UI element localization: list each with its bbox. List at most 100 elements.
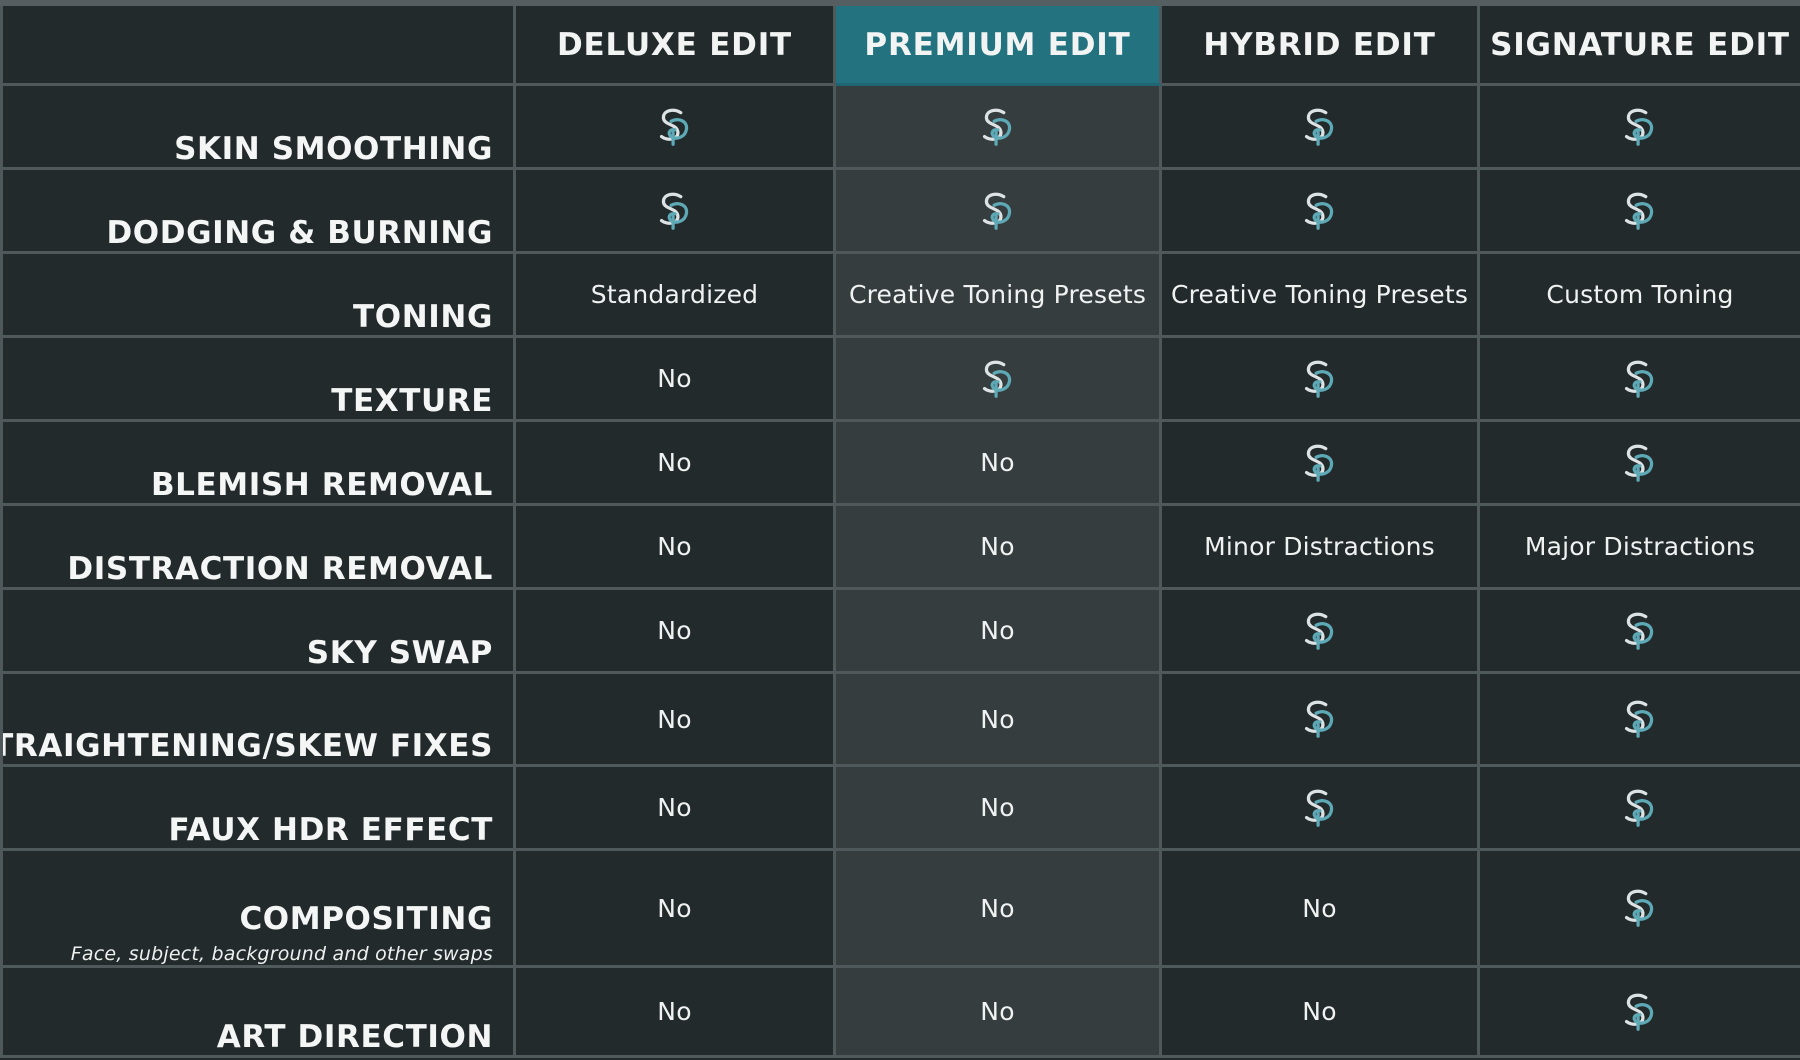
table-cell xyxy=(1480,86,1800,170)
table-cell xyxy=(1162,767,1480,851)
row-label: BLEMISH REMOVAL xyxy=(150,467,493,503)
cell-value: No xyxy=(980,893,1015,923)
table-cell xyxy=(1480,590,1800,674)
brand-logo-icon xyxy=(1297,104,1343,150)
table-cell: Major Distractions xyxy=(1480,506,1800,590)
table-cell: No xyxy=(1162,968,1480,1058)
table-cell: No xyxy=(516,338,836,422)
cell-value: Creative Toning Presets xyxy=(848,280,1147,309)
table-cell: Standardized xyxy=(516,254,836,338)
brand-logo-icon xyxy=(1297,440,1343,486)
brand-logo-icon xyxy=(1297,188,1343,234)
cell-value: No xyxy=(980,793,1015,822)
cell-value: No xyxy=(1302,893,1337,923)
row-label: DODGING & BURNING xyxy=(106,215,493,251)
cell-value: No xyxy=(980,532,1015,561)
brand-logo-icon xyxy=(1617,104,1663,150)
row-label: SKIN SMOOTHING xyxy=(174,131,493,167)
column-header-premium-edit: PREMIUM EDIT xyxy=(836,6,1162,86)
table-cell xyxy=(1480,338,1800,422)
column-header-hybrid-edit: HYBRID EDIT xyxy=(1162,6,1480,86)
cell-value: No xyxy=(657,616,692,645)
table-cell: Creative Toning Presets xyxy=(1162,254,1480,338)
table-cell xyxy=(1480,968,1800,1058)
table-cell: No xyxy=(836,506,1162,590)
table-cell: No xyxy=(516,674,836,767)
row-label-cell: ART DIRECTION xyxy=(0,968,516,1058)
table-cell: No xyxy=(516,851,836,968)
cell-value: No xyxy=(980,448,1015,477)
table-cell: Minor Distractions xyxy=(1162,506,1480,590)
table-cell xyxy=(1162,338,1480,422)
cell-value: No xyxy=(980,616,1015,645)
cell-value: No xyxy=(980,704,1015,734)
brand-logo-icon xyxy=(652,188,698,234)
row-label-cell: BLEMISH REMOVAL xyxy=(0,422,516,506)
table-cell: Custom Toning xyxy=(1480,254,1800,338)
table-cell xyxy=(1480,674,1800,767)
cell-value: No xyxy=(657,364,692,393)
brand-logo-icon xyxy=(1297,785,1343,831)
row-label-cell: SKIN SMOOTHING xyxy=(0,86,516,170)
brand-logo-icon xyxy=(652,104,698,150)
table-cell xyxy=(1162,674,1480,767)
row-label-cell: DISTRACTION REMOVAL xyxy=(0,506,516,590)
column-header-signature-edit: SIGNATURE EDIT xyxy=(1480,6,1800,86)
table-cell: No xyxy=(516,506,836,590)
table-cell: No xyxy=(836,851,1162,968)
table-cell xyxy=(1480,851,1800,968)
cell-value: No xyxy=(980,997,1015,1026)
header-corner xyxy=(0,6,516,86)
table-cell: No xyxy=(836,590,1162,674)
brand-logo-icon xyxy=(1297,356,1343,402)
row-label-cell: TEXTURE xyxy=(0,338,516,422)
table-cell: No xyxy=(516,767,836,851)
table-cell xyxy=(1162,422,1480,506)
row-label: DISTRACTION REMOVAL xyxy=(67,551,493,587)
row-label: FAUX HDR EFFECT xyxy=(168,812,493,848)
brand-logo-icon xyxy=(1617,608,1663,654)
cell-value: No xyxy=(1302,997,1337,1026)
brand-logo-icon xyxy=(1617,188,1663,234)
cell-value: No xyxy=(657,997,692,1026)
table-cell: No xyxy=(516,968,836,1058)
table-cell: No xyxy=(836,674,1162,767)
brand-logo-icon xyxy=(975,188,1021,234)
row-label-cell: DODGING & BURNING xyxy=(0,170,516,254)
row-label: SKY SWAP xyxy=(306,635,493,671)
brand-logo-icon xyxy=(1297,608,1343,654)
table-cell xyxy=(1480,767,1800,851)
row-label-cell: TONING xyxy=(0,254,516,338)
row-label-cell: SKY SWAP xyxy=(0,590,516,674)
row-sublabel: Face, subject, background and other swap… xyxy=(70,943,493,965)
brand-logo-icon xyxy=(1617,696,1663,742)
brand-logo-icon xyxy=(1617,885,1663,931)
table-cell: No xyxy=(836,968,1162,1058)
cell-value: Standardized xyxy=(590,280,759,309)
cell-value: Custom Toning xyxy=(1546,280,1734,309)
row-label: COMPOSITING xyxy=(239,901,493,937)
table-cell: No xyxy=(516,590,836,674)
table-cell: No xyxy=(836,767,1162,851)
table-cell: No xyxy=(516,422,836,506)
cell-value: No xyxy=(657,793,692,822)
brand-logo-icon xyxy=(975,356,1021,402)
table-cell xyxy=(1162,86,1480,170)
table-cell xyxy=(1162,170,1480,254)
row-label: STRAIGHTENING/SKEW FIXES xyxy=(0,728,493,764)
cell-value: No xyxy=(657,893,692,923)
table-cell xyxy=(836,170,1162,254)
row-label: TONING xyxy=(353,299,493,335)
row-label: TEXTURE xyxy=(331,383,493,419)
table-cell: No xyxy=(836,422,1162,506)
table-cell xyxy=(1480,170,1800,254)
column-header-deluxe-edit: DELUXE EDIT xyxy=(516,6,836,86)
table-cell xyxy=(516,170,836,254)
row-label: ART DIRECTION xyxy=(216,1019,493,1055)
cell-value: Major Distractions xyxy=(1524,532,1756,561)
table-cell xyxy=(1480,422,1800,506)
table-cell xyxy=(836,86,1162,170)
table-cell xyxy=(836,338,1162,422)
brand-logo-icon xyxy=(1617,785,1663,831)
comparison-table: DELUXE EDIT PREMIUM EDIT HYBRID EDIT SIGNAT… xyxy=(0,0,1800,1060)
